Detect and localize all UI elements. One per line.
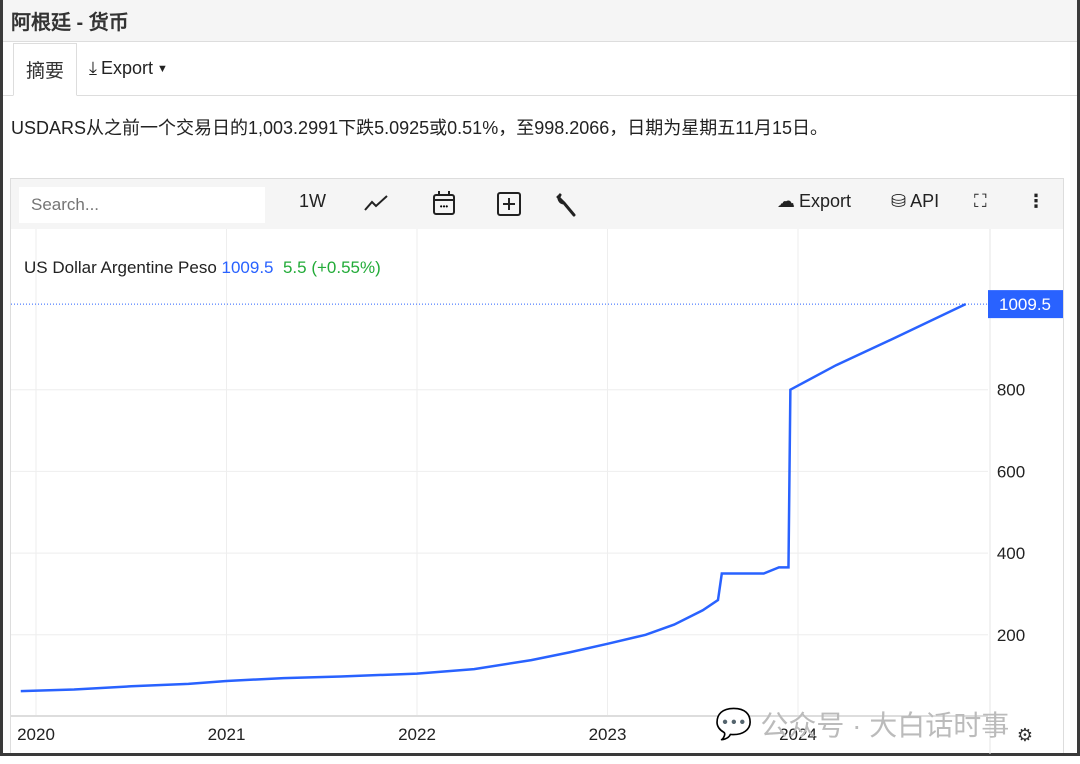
chart-toolbar: 1W ••• ☁Export ⛁API ⛶ ⋮: [11, 179, 1063, 229]
tab-bar: 摘要 ⤓ Export ▼: [3, 42, 1077, 96]
last-price-label: 1009.5: [999, 295, 1051, 314]
download-icon: ⤓: [89, 58, 97, 78]
cloud-download-icon: ☁: [777, 191, 795, 211]
summary-text: USDARS从之前一个交易日的1,003.2991下跌5.0925或0.51%，…: [11, 118, 828, 138]
y-tick-label: 600: [997, 462, 1025, 481]
y-tick-label: 200: [997, 626, 1025, 645]
legend-name: US Dollar Argentine Peso: [24, 258, 217, 277]
fullscreen-icon[interactable]: ⛶: [974, 191, 987, 212]
window-title: 阿根廷 - 货币: [3, 0, 1077, 42]
settings-gear-icon[interactable]: ⚙: [1017, 725, 1033, 745]
wrench-icon[interactable]: [554, 193, 578, 217]
legend-value: 1009.5: [221, 258, 274, 277]
api-button-label: API: [910, 191, 940, 211]
caret-down-icon: ▼: [157, 62, 168, 75]
watermark: 💬 公众号 · 大白话时事: [715, 704, 1009, 744]
y-tick-label: 800: [997, 381, 1025, 400]
search-input[interactable]: [19, 187, 265, 223]
chart-widget: 1W ••• ☁Export ⛁API ⛶ ⋮ 2020 2021 2022 2023…: [10, 178, 1065, 754]
y-tick-label: 400: [997, 544, 1025, 563]
x-tick-label: 2021: [208, 725, 246, 744]
chart-type-icon[interactable]: [363, 193, 389, 213]
period-button[interactable]: 1W: [299, 191, 326, 212]
chart-legend: US Dollar Argentine Peso 1009.5 5.5 (+0.…: [24, 258, 381, 278]
api-button[interactable]: ⛁ API: [891, 191, 939, 212]
watermark-text: 公众号 · 大白话时事: [760, 710, 1010, 741]
x-tick-label: 2022: [398, 725, 436, 744]
database-icon: ⛁: [891, 191, 907, 211]
export-button[interactable]: ☁ Export: [777, 191, 851, 212]
add-indicator-icon[interactable]: [497, 192, 521, 216]
export-button-label: Export: [799, 191, 852, 211]
x-tick-label: 2023: [589, 725, 627, 744]
export-label: Export: [100, 58, 154, 78]
price-chart[interactable]: 2020 2021 2022 2023 20242004006008001009.5⚙: [11, 229, 1065, 754]
tab-summary[interactable]: 摘要: [13, 43, 78, 96]
legend-change: 5.5 (+0.55%): [282, 258, 381, 277]
x-tick-label: 2020: [17, 725, 55, 744]
wechat-icon: 💬: [715, 707, 753, 741]
more-options-icon[interactable]: ⋮: [1027, 191, 1045, 212]
price-line: [20, 302, 967, 693]
export-dropdown[interactable]: ⤓ Export ▼: [77, 42, 180, 95]
svg-text:•••: •••: [440, 202, 449, 211]
calendar-icon[interactable]: •••: [432, 190, 456, 216]
